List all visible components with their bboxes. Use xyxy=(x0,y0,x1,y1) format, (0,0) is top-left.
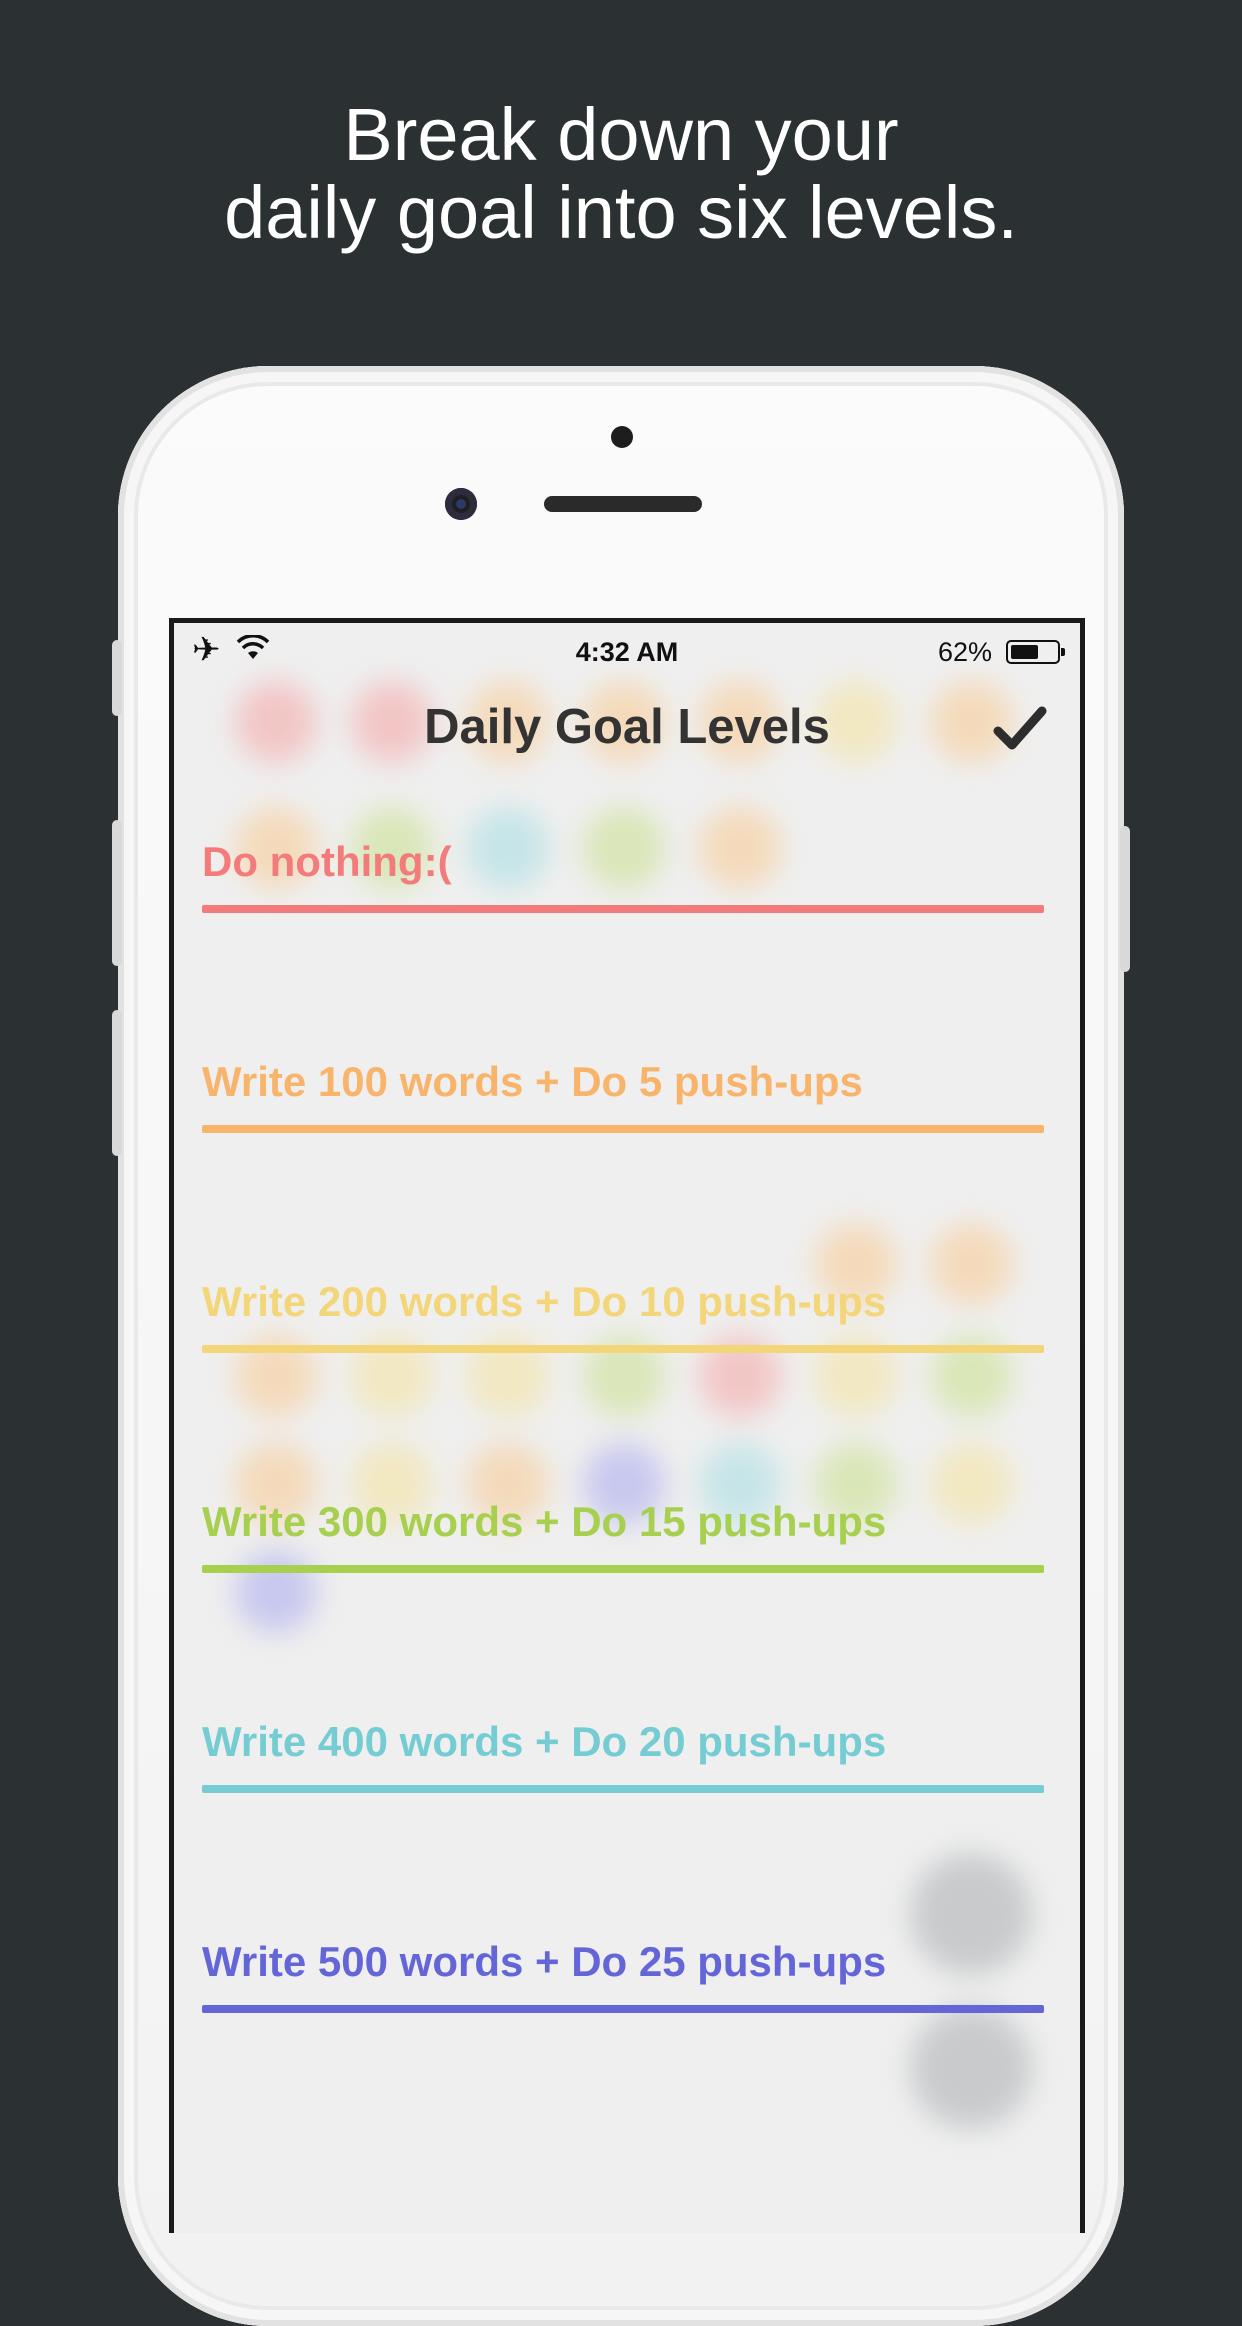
goal-level-underline-5 xyxy=(202,2005,1044,2013)
goal-level-field-1[interactable]: Write 100 words + Do 5 push-ups xyxy=(202,1057,1044,1133)
nav-bar: Daily Goal Levels xyxy=(174,687,1080,767)
phone-power-button xyxy=(1120,826,1130,972)
goal-level-underline-3 xyxy=(202,1565,1044,1573)
goal-level-text-5[interactable]: Write 500 words + Do 25 push-ups xyxy=(202,1937,1044,1987)
goal-level-field-0[interactable]: Do nothing:( xyxy=(202,837,1044,913)
front-camera xyxy=(445,488,477,520)
goal-level-text-1[interactable]: Write 100 words + Do 5 push-ups xyxy=(202,1057,1044,1107)
goal-level-field-3[interactable]: Write 300 words + Do 15 push-ups xyxy=(202,1497,1044,1573)
goal-level-underline-2 xyxy=(202,1345,1044,1353)
goal-level-field-2[interactable]: Write 200 words + Do 10 push-ups xyxy=(202,1277,1044,1353)
goal-level-text-0[interactable]: Do nothing:( xyxy=(202,837,1044,887)
status-bar: ✈ 4:32 AM 62% xyxy=(174,623,1080,683)
phone-volume-down xyxy=(112,1010,122,1156)
promo-headline-line1: Break down your xyxy=(343,93,899,176)
goal-level-underline-1 xyxy=(202,1125,1044,1133)
promo-headline-line2: daily goal into six levels. xyxy=(224,171,1018,254)
page-title: Daily Goal Levels xyxy=(424,700,830,754)
promo-headline: Break down your daily goal into six leve… xyxy=(0,96,1242,252)
goal-level-text-2[interactable]: Write 200 words + Do 10 push-ups xyxy=(202,1277,1044,1327)
earpiece-speaker xyxy=(544,496,702,512)
goal-level-underline-4 xyxy=(202,1785,1044,1793)
goal-level-field-5[interactable]: Write 500 words + Do 25 push-ups xyxy=(202,1937,1044,2013)
goal-level-text-4[interactable]: Write 400 words + Do 20 push-ups xyxy=(202,1717,1044,1767)
phone-volume-up xyxy=(112,820,122,966)
battery-percent: 62% xyxy=(937,637,992,667)
save-button[interactable] xyxy=(990,701,1050,757)
proximity-sensor xyxy=(611,426,633,448)
phone-screen: ✈ 4:32 AM 62% Daily Goal Levels Do nothi… xyxy=(169,618,1085,2233)
checkmark-icon xyxy=(993,706,1047,750)
phone-mute-switch xyxy=(112,640,122,716)
goal-level-text-3[interactable]: Write 300 words + Do 15 push-ups xyxy=(202,1497,1044,1547)
battery-icon xyxy=(1006,640,1065,664)
goal-level-field-4[interactable]: Write 400 words + Do 20 push-ups xyxy=(202,1717,1044,1793)
goal-level-underline-0 xyxy=(202,905,1044,913)
